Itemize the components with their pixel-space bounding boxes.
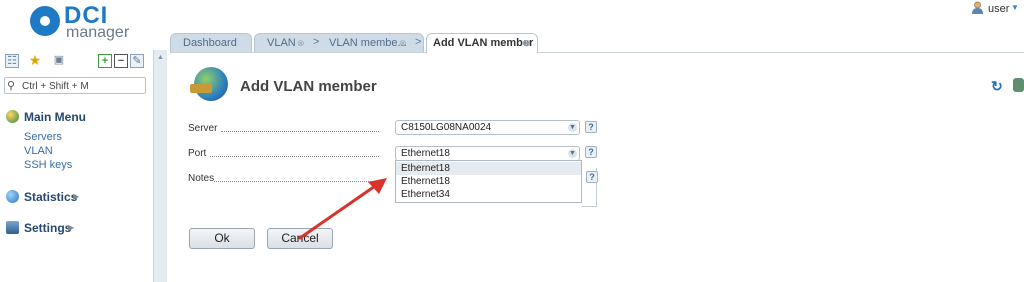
help-icon[interactable]: ? bbox=[585, 146, 597, 158]
sidebar-item-servers[interactable]: Servers bbox=[24, 131, 62, 143]
annotation-arrow bbox=[298, 178, 387, 240]
logo-subtext: manager bbox=[66, 24, 130, 41]
help-icon[interactable]: ? bbox=[586, 171, 598, 183]
label-leader-dots bbox=[210, 155, 379, 157]
port-label-text: Port bbox=[188, 148, 207, 159]
tab-dashboard[interactable]: Dashboard bbox=[170, 33, 252, 52]
breadcrumb-separator: > bbox=[415, 36, 422, 48]
server-select-value: C8150LG08NA0024 bbox=[401, 122, 492, 133]
pin-icon[interactable]: ✎ bbox=[130, 54, 144, 68]
sidebar-splitter[interactable] bbox=[153, 50, 167, 282]
tab-vlan-member[interactable]: VLAN membe... bbox=[329, 37, 407, 49]
clipboard-icon[interactable]: ▣ bbox=[52, 54, 66, 68]
port-option[interactable]: Ethernet18 bbox=[396, 175, 581, 188]
chevron-down-icon[interactable]: ▼ bbox=[568, 123, 577, 132]
settings-heading[interactable]: Settings bbox=[24, 221, 71, 235]
breadcrumb-separator: > bbox=[313, 36, 320, 48]
statistics-heading[interactable]: Statistics bbox=[24, 190, 77, 204]
label-leader-dots bbox=[221, 130, 379, 132]
refresh-icon[interactable]: ↻ bbox=[991, 78, 1003, 95]
port-option[interactable]: Ethernet34 bbox=[396, 188, 581, 201]
settings-icon bbox=[6, 221, 19, 234]
port-option[interactable]: Ethernet18 bbox=[396, 162, 581, 175]
chevron-down-icon[interactable]: ▼ bbox=[568, 149, 577, 158]
server-label: Server bbox=[188, 123, 388, 134]
sidebar-item-vlan[interactable]: VLAN bbox=[24, 145, 53, 157]
close-icon[interactable]: ⊗ bbox=[523, 34, 531, 52]
close-icon[interactable]: ⊗ bbox=[297, 34, 305, 52]
chevron-right-icon[interactable]: ▶ bbox=[73, 192, 79, 201]
chevron-up-icon[interactable]: ▲ bbox=[157, 54, 164, 61]
main-menu-heading[interactable]: Main Menu bbox=[24, 110, 86, 124]
port-label: Port bbox=[188, 148, 388, 159]
port-select-value: Ethernet18 bbox=[401, 148, 450, 159]
user-icon[interactable] bbox=[971, 1, 984, 14]
tab-add-vlan-member[interactable]: Add VLAN member ⊗ bbox=[426, 33, 538, 53]
notes-label-text: Notes bbox=[188, 173, 215, 184]
tab-bar-border bbox=[170, 52, 1024, 53]
search-placeholder: Ctrl + Shift + M bbox=[22, 81, 89, 92]
main-menu-icon bbox=[6, 110, 19, 123]
server-select[interactable]: C8150LG08NA0024 ▼ bbox=[395, 120, 580, 135]
chevron-down-icon[interactable]: ▼ bbox=[1011, 3, 1019, 12]
server-label-text: Server bbox=[188, 123, 218, 134]
tree-view-icon[interactable]: ☷ bbox=[5, 54, 19, 68]
ok-button[interactable]: Ok bbox=[189, 228, 255, 249]
expand-all-icon[interactable]: + bbox=[98, 54, 112, 68]
page-title: Add VLAN member bbox=[240, 78, 377, 95]
favorites-star-icon[interactable]: ★ bbox=[28, 53, 42, 68]
logo-dot bbox=[40, 16, 50, 26]
help-icon[interactable]: ? bbox=[585, 121, 597, 133]
user-menu-label[interactable]: user bbox=[988, 3, 1009, 15]
plug-icon bbox=[190, 84, 212, 93]
port-dropdown-list: Ethernet18 Ethernet18 Ethernet34 bbox=[395, 160, 582, 203]
port-select[interactable]: Ethernet18 ▼ bbox=[395, 146, 580, 161]
collapse-all-icon[interactable]: − bbox=[114, 54, 128, 68]
tab-label: Add VLAN member bbox=[433, 37, 534, 49]
tab-label: VLAN bbox=[267, 37, 296, 49]
chevron-right-icon[interactable]: ▶ bbox=[68, 223, 74, 232]
sidebar-item-ssh-keys[interactable]: SSH keys bbox=[24, 159, 72, 171]
search-icon: ⚲ bbox=[7, 80, 16, 92]
database-icon[interactable] bbox=[1013, 78, 1024, 92]
statistics-icon bbox=[6, 190, 19, 203]
tab-label: Dashboard bbox=[183, 37, 237, 49]
